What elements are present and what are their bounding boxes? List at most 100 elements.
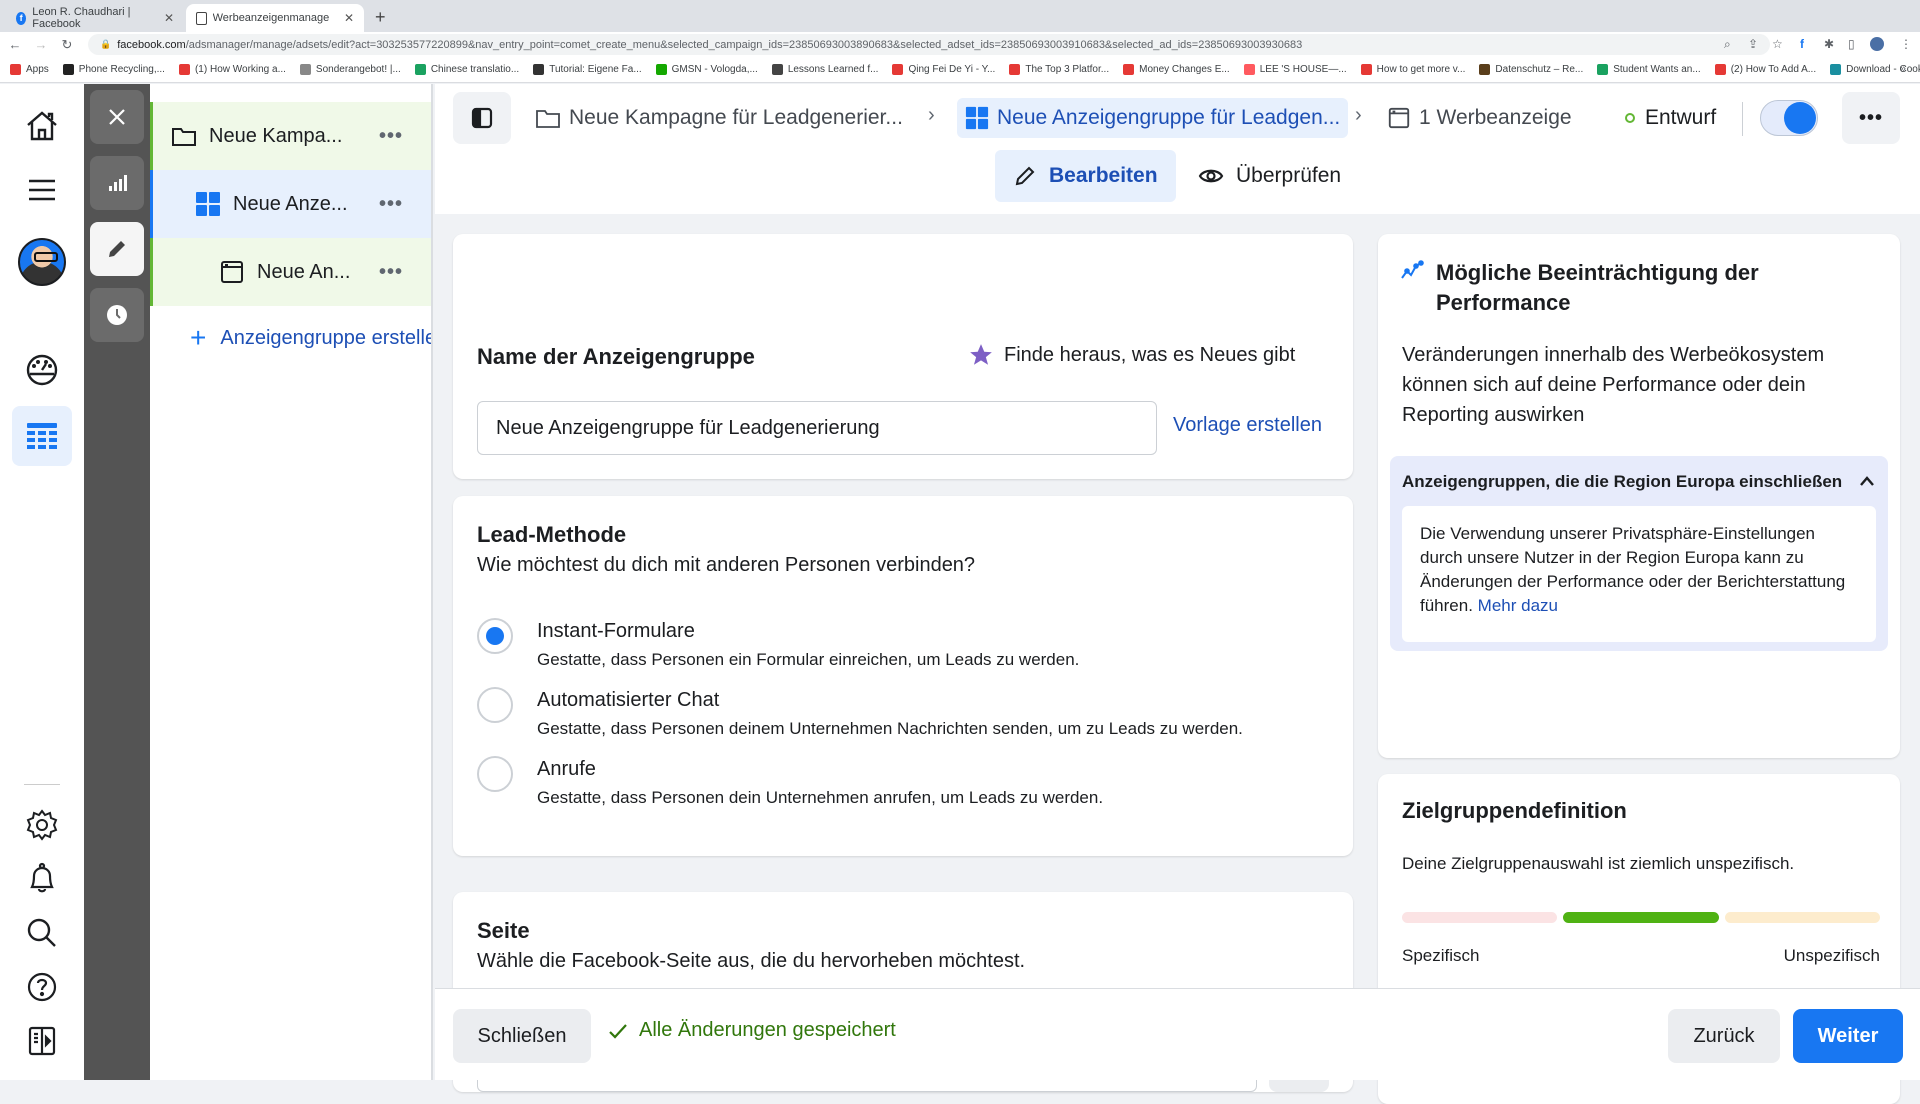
tree-label: Neue Anze...: [233, 192, 348, 215]
bookmark-favicon-icon: [1243, 64, 1255, 75]
performance-gauge-icon[interactable]: [14, 342, 70, 398]
zoom-icon[interactable]: ⌕: [1724, 37, 1731, 52]
bookmark-label: Money Changes E...: [1139, 64, 1230, 75]
status-label: Entwurf: [1645, 106, 1717, 129]
new-tab-button[interactable]: +: [375, 7, 386, 28]
tab-review[interactable]: Überprüfen: [1180, 150, 1359, 202]
browser-tab[interactable]: f Leon R. Chaudhari | Facebook ✕: [6, 4, 184, 32]
card-title: Seite: [477, 918, 530, 943]
back-arrow-icon[interactable]: ←: [4, 37, 26, 52]
more-options-button[interactable]: •••: [379, 125, 403, 148]
bookmark-favicon-icon: [1360, 64, 1372, 75]
meter-segment-broad: [1724, 912, 1880, 923]
create-template-link[interactable]: Vorlage erstellen: [1173, 414, 1322, 437]
section-title[interactable]: Anzeigengruppen, die die Region Europa e…: [1402, 472, 1842, 492]
breadcrumb-adset[interactable]: Neue Anzeigengruppe für Leadgen...: [957, 98, 1349, 138]
bookmark-item[interactable]: Download - Cooki...: [1830, 64, 1920, 75]
radio-automated-chat[interactable]: [477, 687, 513, 723]
tree-item-campaign[interactable]: Neue Kampa... •••: [150, 102, 431, 170]
whats-new-link[interactable]: Finde heraus, was es Neues gibt: [968, 342, 1295, 368]
option-title: Automatisierter Chat: [537, 689, 720, 711]
bookmark-item[interactable]: Apps: [10, 64, 49, 75]
bookmarks-more-button[interactable]: »: [1900, 63, 1906, 75]
bookmark-favicon-icon: [771, 64, 783, 75]
radio-instant-forms[interactable]: [477, 618, 513, 654]
bookmark-item[interactable]: Chinese translatio...: [414, 64, 519, 75]
adset-name-input[interactable]: Neue Anzeigengruppe für Leadgenerierung: [477, 401, 1157, 455]
reload-icon[interactable]: ↻: [56, 37, 78, 53]
search-icon[interactable]: [14, 905, 70, 961]
bookmark-item[interactable]: Phone Recycling,...: [62, 64, 165, 75]
chevron-up-icon[interactable]: [1858, 474, 1876, 488]
rail-divider: [24, 784, 60, 785]
bookmark-item[interactable]: Datenschutz – Re...: [1479, 64, 1583, 75]
charts-button[interactable]: [90, 156, 144, 210]
close-tab-icon[interactable]: ✕: [164, 11, 174, 25]
bookmark-favicon-icon: [1597, 64, 1609, 75]
close-editor-button[interactable]: [90, 90, 144, 144]
edit-button[interactable]: [90, 222, 144, 276]
save-status: Alle Änderungen gespeichert: [607, 1019, 896, 1042]
chevron-right-icon: ›: [928, 104, 935, 126]
breadcrumb-campaign[interactable]: Neue Kampagne für Leadgenerier...: [535, 98, 903, 138]
forward-arrow-icon[interactable]: →: [30, 37, 52, 52]
bookmark-item[interactable]: GMSN - Vologda,...: [655, 64, 758, 75]
bookmark-item[interactable]: Student Wants an...: [1597, 64, 1701, 75]
home-icon[interactable]: [14, 98, 70, 154]
collapse-panel-icon[interactable]: [14, 1013, 70, 1069]
campaigns-table-icon[interactable]: [12, 406, 72, 466]
back-button[interactable]: Zurück: [1668, 1009, 1780, 1063]
history-button[interactable]: [90, 288, 144, 342]
close-tab-icon[interactable]: ✕: [344, 11, 354, 25]
card-subtitle: Wähle die Facebook-Seite aus, die du her…: [477, 950, 1026, 972]
radio-calls[interactable]: [477, 756, 513, 792]
adset-active-toggle[interactable]: [1760, 100, 1818, 136]
notifications-bell-icon[interactable]: [14, 851, 70, 907]
bookmark-item[interactable]: Sonderangebot! |...: [299, 64, 401, 75]
toggle-tree-button[interactable]: [453, 92, 511, 144]
breadcrumb-ad[interactable]: 1 Werbeanzeige: [1387, 98, 1572, 138]
meter-label-broad: Unspezifisch: [1783, 946, 1880, 965]
card-title: Zielgruppendefinition: [1402, 798, 1627, 823]
toggle-knob: [1784, 102, 1816, 134]
save-status-label: Alle Änderungen gespeichert: [639, 1019, 896, 1041]
help-icon[interactable]: [14, 959, 70, 1015]
profile-avatar[interactable]: [14, 234, 70, 290]
bookmark-item[interactable]: LEE 'S HOUSE—...: [1243, 64, 1347, 75]
extensions-icon[interactable]: ✱: [1824, 37, 1834, 51]
adset-grid-icon: [965, 106, 989, 130]
bookmark-item[interactable]: Lessons Learned f...: [771, 64, 879, 75]
tree-item-ad[interactable]: Neue An... •••: [150, 238, 431, 306]
next-button[interactable]: Weiter: [1793, 1009, 1903, 1063]
url-input[interactable]: 🔒 facebook.com/adsmanager/manage/adsets/…: [88, 34, 1770, 55]
bookmark-star-icon[interactable]: ☆: [1772, 37, 1783, 51]
meter-segment-balanced: [1563, 912, 1719, 923]
bookmark-item[interactable]: Money Changes E...: [1123, 64, 1230, 75]
bookmark-item[interactable]: (2) How To Add A...: [1714, 64, 1817, 75]
more-options-button[interactable]: •••: [379, 193, 403, 216]
more-options-button[interactable]: •••: [379, 261, 403, 284]
close-button[interactable]: Schließen: [453, 1009, 591, 1063]
facebook-extension-icon[interactable]: f: [1800, 37, 1804, 51]
bookmarks-bar: Apps Phone Recycling,... (1) How Working a…: [0, 57, 1920, 83]
settings-gear-icon[interactable]: [14, 797, 70, 853]
learn-more-link[interactable]: Mehr dazu: [1478, 596, 1558, 615]
bookmark-label: Lessons Learned f...: [787, 64, 879, 75]
create-adset-link[interactable]: + Anzeigengruppe erstellen: [190, 322, 431, 354]
bookmark-label: (2) How To Add A...: [1730, 64, 1817, 75]
tab-edit[interactable]: Bearbeiten: [995, 150, 1176, 202]
header-more-button[interactable]: •••: [1842, 92, 1900, 144]
bookmark-item[interactable]: The Top 3 Platfor...: [1009, 64, 1109, 75]
share-icon[interactable]: ⇪: [1748, 37, 1758, 51]
browser-tab-active[interactable]: Werbeanzeigenmanager - Wer ✕: [186, 4, 364, 32]
bookmark-favicon-icon: [299, 64, 311, 75]
profile-icon[interactable]: [1870, 37, 1884, 51]
browser-menu-icon[interactable]: ⋮: [1900, 37, 1912, 51]
tree-item-adset[interactable]: Neue Anze... •••: [150, 170, 431, 238]
bookmark-item[interactable]: (1) How Working a...: [178, 64, 286, 75]
bookmark-item[interactable]: Tutorial: Eigene Fa...: [533, 64, 642, 75]
sidepanel-icon[interactable]: ▯: [1848, 37, 1855, 51]
bookmark-item[interactable]: How to get more v...: [1360, 64, 1465, 75]
bookmark-item[interactable]: Qing Fei De Yi - Y...: [892, 64, 995, 75]
menu-icon[interactable]: [14, 162, 70, 218]
